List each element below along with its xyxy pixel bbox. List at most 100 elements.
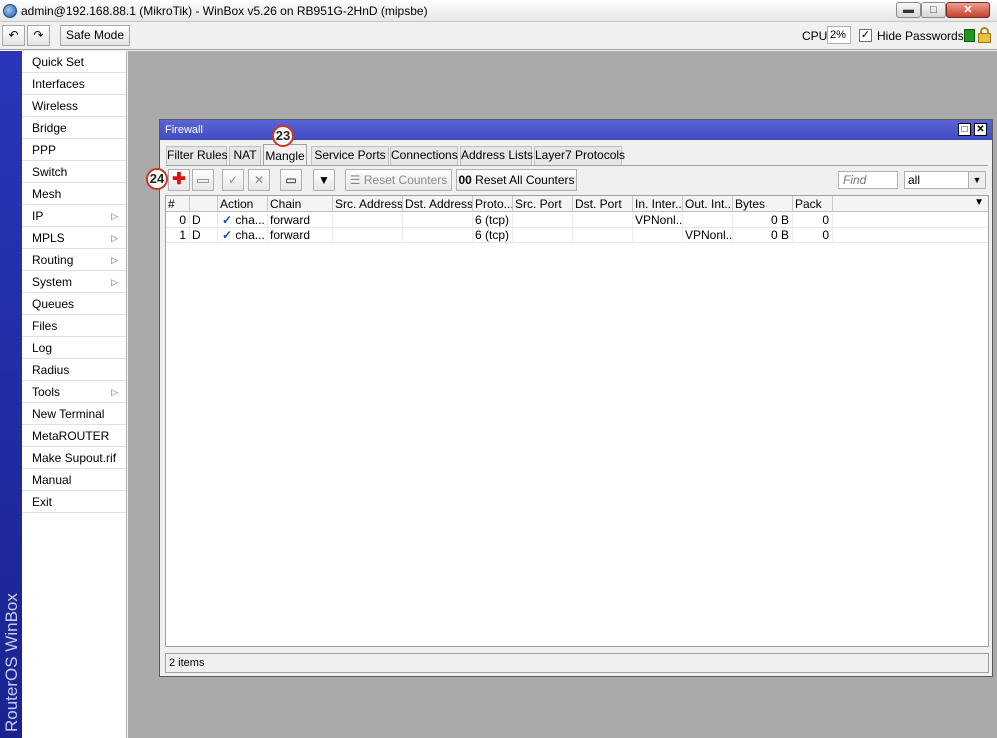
undo-button[interactable]: ↶ bbox=[2, 25, 25, 46]
reset-counters-button[interactable]: ☰ Reset Counters bbox=[345, 169, 452, 191]
sidebar-item-metarouter[interactable]: MetaROUTER bbox=[22, 425, 126, 447]
safe-mode-button[interactable]: Safe Mode bbox=[60, 25, 130, 46]
reset-all-counters-icon: 00 bbox=[458, 173, 472, 187]
sidebar-item-queues[interactable]: Queues bbox=[22, 293, 126, 315]
column-header-number[interactable]: # bbox=[166, 196, 190, 212]
remove-rule-button[interactable] bbox=[192, 169, 214, 191]
cell-flags: D bbox=[190, 213, 218, 228]
status-bar: 2 items bbox=[165, 653, 989, 673]
sidebar-item-mpls[interactable]: MPLS ▷ bbox=[22, 227, 126, 249]
tab-mangle[interactable]: Mangle bbox=[263, 144, 307, 166]
sidebar-item-make-supout[interactable]: Make Supout.rif bbox=[22, 447, 126, 469]
table-row[interactable]: 1 D ✓ cha... forward 6 (tcp) VPNonl... 0… bbox=[166, 228, 988, 243]
side-menu: Quick Set Interfaces Wireless Bridge PPP… bbox=[22, 51, 127, 738]
sidebar-item-tools[interactable]: Tools ▷ bbox=[22, 381, 126, 403]
sidebar-item-switch[interactable]: Switch bbox=[22, 161, 126, 183]
submenu-arrow-icon: ▷ bbox=[111, 387, 118, 397]
columns-dropdown-icon[interactable]: ▼ bbox=[974, 197, 984, 208]
window-titlebar[interactable]: admin@192.168.88.1 (MikroTik) - WinBox v… bbox=[0, 0, 997, 22]
column-header-flags[interactable] bbox=[190, 196, 218, 212]
cell-action: ✓ cha... bbox=[218, 228, 268, 243]
column-header-src-address[interactable]: Src. Address bbox=[333, 196, 403, 212]
sidebar-item-bridge[interactable]: Bridge bbox=[22, 117, 126, 139]
tab-filter-rules[interactable]: Filter Rules bbox=[166, 146, 228, 165]
table-row[interactable]: 0 D ✓ cha... forward 6 (tcp) VPNonl... 0… bbox=[166, 213, 988, 228]
submenu-arrow-icon: ▷ bbox=[111, 277, 118, 287]
tab-connections[interactable]: Connections bbox=[390, 146, 458, 165]
dropdown-arrow-icon: ▼ bbox=[968, 172, 985, 188]
column-header-action[interactable]: Action bbox=[218, 196, 268, 212]
cell-out-interface: VPNonl... bbox=[685, 228, 733, 243]
sidebar-item-wireless[interactable]: Wireless bbox=[22, 95, 126, 117]
column-header-out-interface[interactable]: Out. Int... bbox=[683, 196, 733, 212]
action-check-icon: ✓ bbox=[222, 213, 233, 227]
column-header-protocol[interactable]: Proto... bbox=[473, 196, 513, 212]
submenu-arrow-icon: ▷ bbox=[111, 255, 118, 265]
tab-divider bbox=[166, 165, 988, 166]
sidebar-item-system[interactable]: System ▷ bbox=[22, 271, 126, 293]
column-header-packets[interactable]: Pack bbox=[793, 196, 833, 212]
check-icon: ✓ bbox=[227, 173, 239, 187]
minimize-button[interactable]: ▬ bbox=[896, 2, 921, 18]
firewall-close-button[interactable]: ✕ bbox=[974, 123, 987, 136]
window-title: admin@192.168.88.1 (MikroTik) - WinBox v… bbox=[21, 4, 428, 18]
cell-out-interface bbox=[683, 213, 733, 228]
filter-button[interactable]: ▼ bbox=[313, 169, 335, 191]
comment-button[interactable]: ▭ bbox=[280, 169, 302, 191]
column-header-dst-port[interactable]: Dst. Port bbox=[573, 196, 633, 212]
table-header: # Action Chain Src. Address Dst. Address… bbox=[166, 196, 988, 212]
maximize-button[interactable]: □ bbox=[921, 2, 946, 18]
main-toolbar: ↶ ↷ Safe Mode CPU: 2% ✓ Hide Passwords bbox=[0, 22, 997, 50]
redo-button[interactable]: ↷ bbox=[27, 25, 50, 46]
sidebar-item-interfaces[interactable]: Interfaces bbox=[22, 73, 126, 95]
firewall-title: Firewall bbox=[165, 124, 203, 136]
cell-in-interface: VPNonl... bbox=[635, 213, 683, 228]
sidebar-item-exit[interactable]: Exit bbox=[22, 491, 126, 513]
submenu-arrow-icon: ▷ bbox=[111, 233, 118, 243]
column-header-dst-address[interactable]: Dst. Address bbox=[403, 196, 473, 212]
disable-rule-button[interactable]: ✕ bbox=[248, 169, 270, 191]
sidebar-item-radius[interactable]: Radius bbox=[22, 359, 126, 381]
redo-icon: ↷ bbox=[33, 28, 44, 42]
sidebar-item-log[interactable]: Log bbox=[22, 337, 126, 359]
cell-protocol: 6 (tcp) bbox=[473, 213, 513, 228]
sidebar-item-new-terminal[interactable]: New Terminal bbox=[22, 403, 126, 425]
add-rule-button[interactable]: ✚ bbox=[168, 169, 190, 191]
tab-layer7-protocols[interactable]: Layer7 Protocols bbox=[534, 146, 625, 165]
x-icon: ✕ bbox=[253, 173, 265, 187]
hide-passwords-label[interactable]: Hide Passwords bbox=[877, 29, 964, 43]
cell-dst-port bbox=[573, 228, 633, 243]
cell-packets: 0 bbox=[793, 228, 833, 243]
tab-nat[interactable]: NAT bbox=[229, 146, 261, 165]
column-header-in-interface[interactable]: In. Inter... bbox=[633, 196, 683, 212]
column-header-chain[interactable]: Chain bbox=[268, 196, 333, 212]
sidebar-item-files[interactable]: Files bbox=[22, 315, 126, 337]
sidebar-item-quick-set[interactable]: Quick Set bbox=[22, 51, 126, 73]
tab-service-ports[interactable]: Service Ports bbox=[311, 146, 389, 165]
undo-icon: ↶ bbox=[8, 28, 19, 42]
sidebar-item-ip[interactable]: IP ▷ bbox=[22, 205, 126, 227]
filter-select[interactable]: all ▼ bbox=[904, 171, 986, 189]
column-header-src-port[interactable]: Src. Port bbox=[513, 196, 573, 212]
cell-bytes: 0 B bbox=[733, 228, 793, 243]
sidebar-item-mesh[interactable]: Mesh bbox=[22, 183, 126, 205]
cell-bytes: 0 B bbox=[733, 213, 793, 228]
sidebar-item-ppp[interactable]: PPP bbox=[22, 139, 126, 161]
cell-action: ✓ cha... bbox=[218, 213, 268, 228]
sidebar-item-manual[interactable]: Manual bbox=[22, 469, 126, 491]
column-header-bytes[interactable]: Bytes bbox=[733, 196, 793, 212]
callout-marker-add: 24 bbox=[146, 168, 168, 190]
find-input[interactable] bbox=[838, 171, 898, 189]
firewall-maximize-button[interactable]: □ bbox=[958, 123, 971, 136]
sidebar-item-routing[interactable]: Routing ▷ bbox=[22, 249, 126, 271]
callout-marker-mangle: 23 bbox=[272, 125, 294, 147]
enable-rule-button[interactable]: ✓ bbox=[222, 169, 244, 191]
filter-icon: ▼ bbox=[318, 173, 330, 187]
cell-protocol: 6 (tcp) bbox=[473, 228, 513, 243]
reset-all-counters-button[interactable]: 00 Reset All Counters bbox=[456, 169, 577, 191]
close-button[interactable]: ✕ bbox=[946, 2, 990, 18]
hide-passwords-checkbox[interactable]: ✓ bbox=[859, 29, 872, 42]
tab-address-lists[interactable]: Address Lists bbox=[460, 146, 533, 165]
plus-icon: ✚ bbox=[172, 171, 186, 188]
cell-packets: 0 bbox=[793, 213, 833, 228]
